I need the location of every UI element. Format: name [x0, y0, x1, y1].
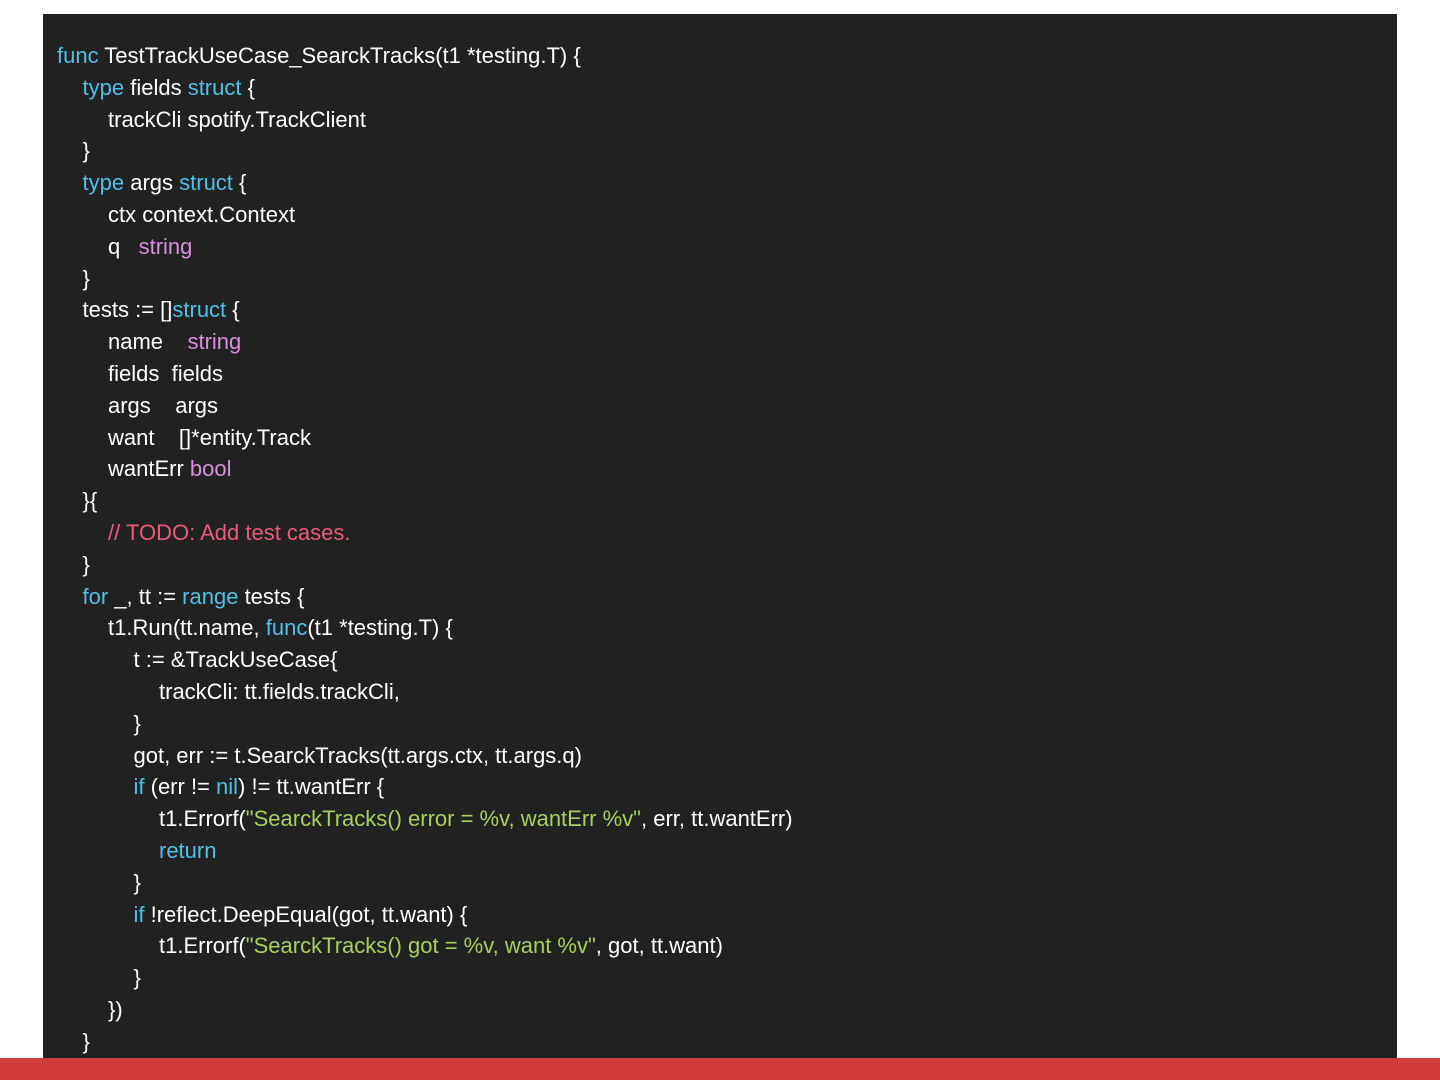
code-token: t1.Errorf(	[159, 933, 246, 959]
code-line: t1.Errorf("SearckTracks() got = %v, want…	[43, 930, 1397, 962]
code-token: }	[82, 551, 90, 577]
code-token: t1.Run(tt.name,	[108, 615, 266, 641]
code-token: want []*entity.Track	[108, 424, 311, 450]
code-line: name string	[43, 326, 1397, 358]
code-token: tests {	[238, 583, 305, 609]
code-line: t := &TrackUseCase{	[43, 644, 1397, 676]
code-line: func TestTrackUseCase_SearckTracks(t1 *t…	[43, 40, 1397, 72]
code-token: t := &TrackUseCase{	[133, 647, 338, 673]
code-token: {	[232, 170, 247, 196]
code-line: return	[43, 835, 1397, 867]
code-token: if	[133, 774, 145, 800]
code-token: bool	[189, 456, 232, 482]
code-token: })	[108, 996, 123, 1022]
code-line: if (err != nil) != tt.wantErr {	[43, 771, 1397, 803]
code-token: got, err := t.SearckTracks(tt.args.ctx, …	[133, 742, 582, 768]
code-token: args args	[108, 392, 219, 418]
code-line: type fields struct {	[43, 72, 1397, 104]
code-token: {	[226, 297, 240, 323]
code-token: ctx context.Context	[108, 201, 296, 227]
code-line: }	[43, 708, 1397, 740]
code-token: TestTrackUseCase_SearckTracks(t1 *testin…	[98, 43, 581, 68]
code-line: wantErr bool	[43, 453, 1397, 485]
code-token: ) != tt.wantErr {	[238, 774, 385, 800]
code-line: }	[43, 867, 1397, 899]
code-line: }	[43, 962, 1397, 994]
code-token: return	[159, 837, 217, 863]
code-token: t1.Errorf(	[159, 806, 246, 832]
code-token: range	[182, 583, 239, 609]
code-line: got, err := t.SearckTracks(tt.args.ctx, …	[43, 740, 1397, 772]
code-token: fields	[124, 74, 188, 100]
code-token: string	[138, 233, 193, 259]
code-line: t1.Errorf("SearckTracks() error = %v, wa…	[43, 803, 1397, 835]
code-token: }	[82, 1028, 90, 1054]
code-line: }{	[43, 485, 1397, 517]
code-token: !reflect.DeepEqual(got, tt.want) {	[144, 901, 468, 927]
code-token: "SearckTracks() got = %v, want %v"	[245, 933, 596, 959]
code-token: struct	[187, 74, 242, 100]
code-token: , err, tt.wantErr)	[640, 806, 793, 832]
code-line: args args	[43, 390, 1397, 422]
code-token: wantErr	[108, 456, 190, 482]
code-token: string	[187, 329, 242, 355]
code-token: func	[265, 615, 308, 641]
code-token: q	[108, 233, 139, 259]
code-token: }	[133, 869, 141, 895]
code-line: trackCli spotify.TrackClient	[43, 104, 1397, 136]
code-token: args	[124, 170, 180, 196]
code-token: struct	[172, 297, 227, 323]
code-token: trackCli spotify.TrackClient	[108, 106, 366, 132]
code-line: ctx context.Context	[43, 199, 1397, 231]
footer-accent-bar	[0, 1058, 1440, 1080]
code-lines: func TestTrackUseCase_SearckTracks(t1 *t…	[43, 40, 1397, 1058]
code-line: fields fields	[43, 358, 1397, 390]
code-token: }	[133, 965, 141, 991]
code-token: }	[82, 265, 90, 291]
code-block: func TestTrackUseCase_SearckTracks(t1 *t…	[43, 14, 1397, 1065]
code-token: trackCli: tt.fields.trackCli,	[159, 678, 400, 704]
code-token: if	[133, 901, 145, 927]
code-token: }	[82, 138, 90, 164]
code-line: // TODO: Add test cases.	[43, 517, 1397, 549]
code-token: // TODO: Add test cases.	[108, 519, 351, 545]
code-token: type	[82, 170, 125, 196]
code-line: }	[43, 135, 1397, 167]
code-token: _, tt :=	[108, 583, 183, 609]
code-line: type args struct {	[43, 167, 1397, 199]
code-line: want []*entity.Track	[43, 422, 1397, 454]
code-line: t1.Run(tt.name, func(t1 *testing.T) {	[43, 612, 1397, 644]
code-token: for	[82, 583, 109, 609]
code-token: nil	[216, 774, 239, 800]
code-token: type	[82, 74, 125, 100]
code-line: tests := []struct {	[43, 294, 1397, 326]
code-line: }	[43, 549, 1397, 581]
code-token: "SearckTracks() error = %v, wantErr %v"	[245, 806, 641, 832]
code-line: trackCli: tt.fields.trackCli,	[43, 676, 1397, 708]
code-token: name	[108, 329, 188, 355]
code-line: })	[43, 994, 1397, 1026]
code-token: , got, tt.want)	[595, 933, 723, 959]
code-line: }	[43, 1026, 1397, 1058]
code-line: }	[43, 263, 1397, 295]
code-token: (t1 *testing.T) {	[307, 615, 453, 641]
code-token: struct	[179, 170, 233, 196]
code-token: (err !=	[144, 774, 217, 800]
code-token: {	[241, 74, 255, 100]
code-line: q string	[43, 231, 1397, 263]
code-line: if !reflect.DeepEqual(got, tt.want) {	[43, 899, 1397, 931]
code-token: func	[57, 43, 99, 68]
code-token: tests := []	[82, 297, 173, 323]
code-token: fields fields	[108, 360, 223, 386]
code-line: for _, tt := range tests {	[43, 581, 1397, 613]
slide: func TestTrackUseCase_SearckTracks(t1 *t…	[0, 0, 1440, 1080]
code-token: }	[133, 710, 141, 736]
code-token: }{	[82, 488, 98, 514]
